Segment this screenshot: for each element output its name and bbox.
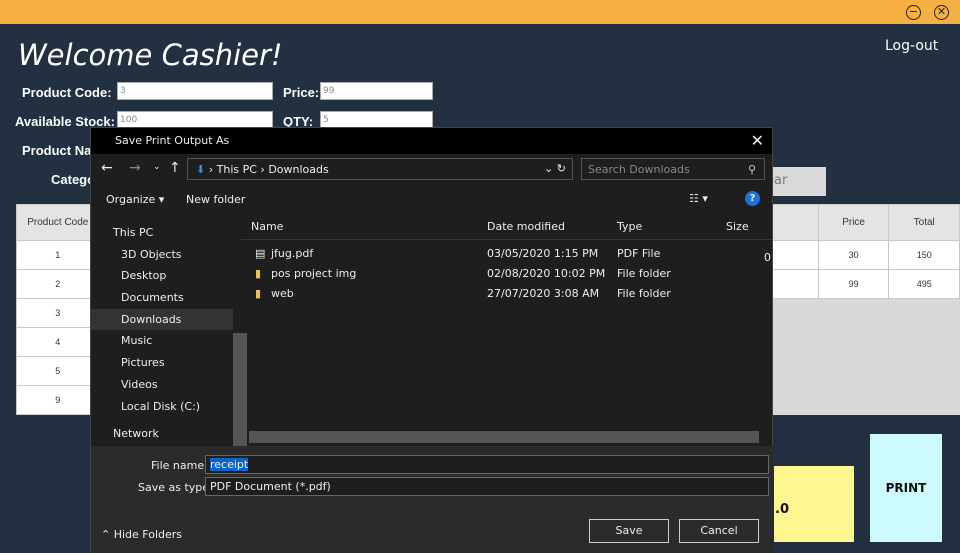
up-icon[interactable]: ↑: [169, 160, 181, 176]
refresh-icon[interactable]: ⌄ ↻: [544, 162, 566, 175]
logout-link[interactable]: Log-out: [885, 38, 938, 54]
col-header: Product Code: [16, 204, 100, 241]
search-input[interactable]: Search Downloads ⚲: [581, 158, 765, 180]
product-code-input[interactable]: 3: [117, 82, 273, 100]
horizontal-scrollbar[interactable]: [249, 431, 759, 443]
folder-icon: ▮: [255, 287, 262, 300]
view-options-icon[interactable]: ☷ ▾: [689, 192, 708, 205]
help-icon[interactable]: ?: [745, 191, 760, 206]
organize-button[interactable]: Organize ▾: [106, 193, 164, 206]
nav-downloads[interactable]: Downloads: [91, 308, 233, 331]
col-header: Total: [888, 204, 960, 241]
close-icon[interactable]: ✕: [751, 131, 764, 150]
cell: 3: [16, 298, 100, 328]
col-name[interactable]: Name: [251, 220, 283, 233]
nav-music[interactable]: Music: [91, 330, 233, 352]
address-bar[interactable]: ⬇ › This PC › Downloads ⌄ ↻: [187, 158, 573, 180]
back-icon[interactable]: ←: [101, 160, 113, 176]
cell: 2: [16, 269, 100, 299]
title-bar: − ✕: [0, 0, 960, 24]
col-header: Price: [817, 204, 890, 241]
hide-folders-button[interactable]: ⌃ Hide Folders: [101, 528, 182, 541]
total-value: 5.0: [766, 502, 790, 517]
cell: 150: [888, 240, 960, 270]
cell: 4: [16, 327, 100, 357]
save-button[interactable]: Save: [589, 519, 669, 543]
file-name-input[interactable]: receipt: [205, 455, 769, 474]
close-button[interactable]: ✕: [934, 5, 949, 20]
save-dialog: Save Print Output As ✕ ← → ⌄ ↑ ⬇ › This P…: [90, 127, 774, 553]
product-code-label: Product Code:: [22, 85, 112, 100]
download-icon: ⬇: [196, 163, 206, 176]
nav-network[interactable]: Network: [91, 423, 233, 445]
save-type-select[interactable]: PDF Document (*.pdf): [205, 477, 769, 496]
file-name-label: File name:: [151, 459, 208, 472]
nav-videos[interactable]: Videos: [91, 374, 233, 396]
total-label: :: [766, 472, 848, 486]
nav-pane: This PC 3D Objects Desktop Documents Dow…: [91, 214, 233, 446]
price-input[interactable]: 99: [320, 82, 433, 100]
nav-this-pc[interactable]: This PC: [91, 222, 233, 244]
print-button[interactable]: PRINT: [870, 434, 942, 542]
category-label: Catego: [51, 172, 96, 187]
cancel-button[interactable]: Cancel: [679, 519, 759, 543]
forward-icon[interactable]: →: [129, 160, 141, 176]
nav-desktop[interactable]: Desktop: [91, 265, 233, 287]
save-type-label: Save as type:: [138, 481, 213, 494]
minimize-button[interactable]: −: [906, 5, 921, 20]
price-label: Price:: [283, 85, 320, 100]
cell: 9: [16, 385, 100, 415]
page-title: Welcome Cashier!: [18, 38, 283, 72]
col-date[interactable]: Date modified: [487, 220, 565, 233]
file-row[interactable]: ▮ web 27/07/2020 3:08 AM File folder: [241, 284, 772, 304]
dialog-title-bar: Save Print Output As ✕: [91, 128, 772, 154]
new-folder-button[interactable]: New folder: [186, 193, 245, 206]
file-row[interactable]: ▮ pos project img 02/08/2020 10:02 PM File …: [241, 264, 772, 284]
folder-icon: ▮: [255, 267, 262, 280]
cell: 495: [888, 269, 960, 299]
cell: 30: [817, 240, 890, 270]
nav-3d-objects[interactable]: 3D Objects: [91, 244, 233, 266]
column-headers: Name Date modified Type Size: [241, 214, 772, 240]
cell: 99: [817, 269, 890, 299]
total-box: : 5.0: [760, 466, 854, 542]
file-row[interactable]: ▤ jfug.pdf 03/05/2020 1:15 PM PDF File: [241, 244, 772, 264]
nav-documents[interactable]: Documents: [91, 287, 233, 309]
pdf-icon: ▤: [255, 247, 266, 260]
col-type[interactable]: Type: [617, 220, 642, 233]
nav-scrollbar[interactable]: [233, 333, 247, 446]
nav-local-disk[interactable]: Local Disk (C:): [91, 396, 233, 418]
recent-chevron-icon[interactable]: ⌄: [153, 162, 161, 172]
product-name-label: Product Na: [22, 143, 92, 158]
nav-pictures[interactable]: Pictures: [91, 352, 233, 374]
size-value: 0: [764, 251, 771, 264]
search-icon: ⚲: [747, 163, 756, 176]
col-size[interactable]: Size: [726, 220, 749, 233]
dialog-title: Save Print Output As: [115, 134, 230, 147]
cell: 5: [16, 356, 100, 386]
cell: 1: [16, 240, 100, 270]
